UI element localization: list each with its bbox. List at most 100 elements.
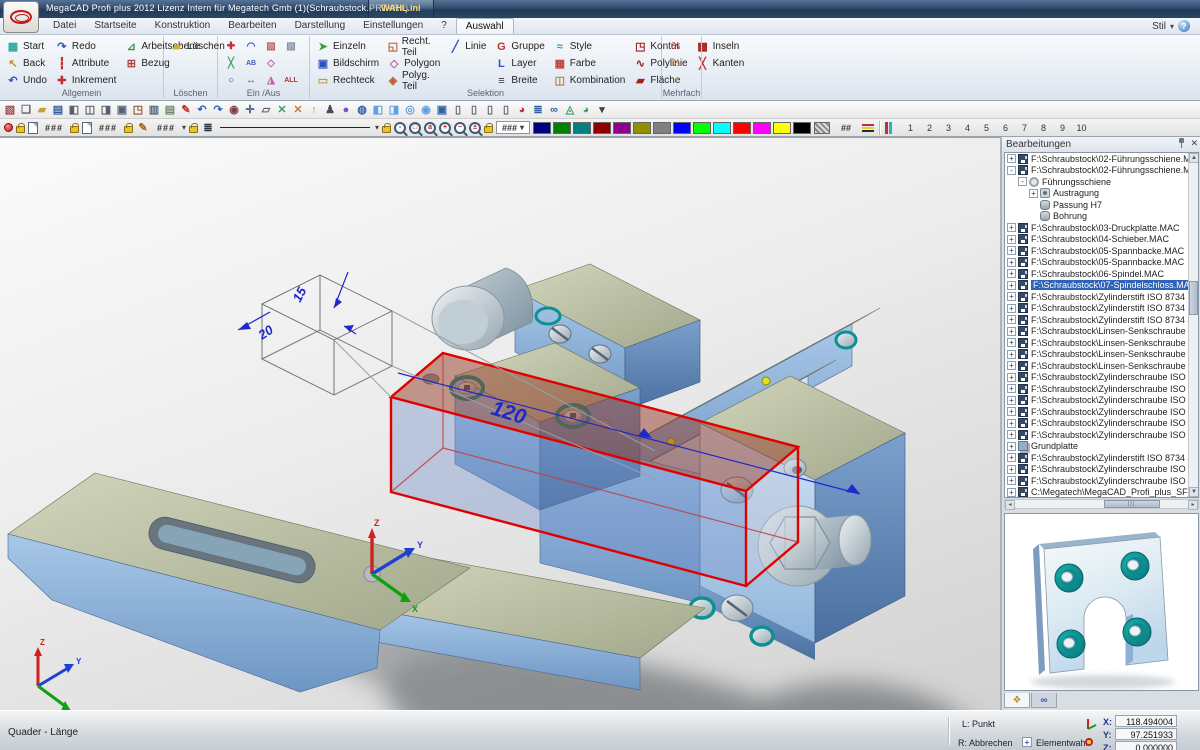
tree-item-f-schraubstock-zylinderschraube-iso-4762[interactable]: +F:\Schraubstock\Zylinderschraube ISO 47… [1005, 418, 1198, 430]
page-number-1[interactable]: 1 [902, 123, 919, 133]
toggle-points[interactable]: ✚ [221, 38, 241, 55]
color-swatch-5[interactable] [613, 122, 631, 134]
marker-icon[interactable] [885, 122, 893, 134]
stil-control[interactable]: Stil ▾ ? [1152, 20, 1190, 32]
redo-button[interactable]: ↷Redo [52, 38, 119, 55]
select-breite[interactable]: ≡Breite [491, 72, 547, 89]
tree-item-f-schraubstock-05-spannbacke-mac[interactable]: +F:\Schraubstock\05-Spannbacke.MAC [1005, 257, 1198, 269]
toggle-hatch[interactable]: ▨ [261, 38, 281, 55]
group-field[interactable]: ### [41, 123, 67, 133]
tree-item-f-schraubstock-linsen-senkschraube-iso-2[interactable]: +F:\Schraubstock\Linsen-Senkschraube ISO… [1005, 326, 1198, 338]
toggle-polygon[interactable]: ◇ [261, 55, 281, 72]
tree-item-f-schraubstock-06-spindel-mac[interactable]: +F:\Schraubstock\06-Spindel.MAC [1005, 268, 1198, 280]
start-button[interactable]: ▦Start [3, 38, 50, 55]
expand-icon[interactable]: + [1007, 246, 1016, 255]
red-pen-icon[interactable]: ✎ [178, 102, 194, 117]
collapse-icon[interactable]: - [1018, 177, 1027, 186]
tree-item-f-schraubstock-02-f-hrungsschiene-mac[interactable]: -F:\Schraubstock\02-Führungsschiene.MAC [1005, 165, 1198, 177]
toolbar-options-icon[interactable]: ▾ [594, 102, 610, 117]
tree-item-grundplatte[interactable]: +Grundplatte [1005, 441, 1198, 453]
preview-tab-search[interactable]: ∞ [1031, 693, 1057, 708]
menu-tab-[interactable]: ? [432, 18, 456, 34]
delete-orange-icon[interactable]: ✕ [290, 102, 306, 117]
binocular-icon[interactable]: ∞ [546, 102, 562, 117]
menu-tab-startseite[interactable]: Startseite [85, 18, 145, 34]
expand-icon[interactable]: + [1007, 327, 1016, 336]
help-icon[interactable]: ? [1178, 20, 1190, 32]
copy-icon[interactable]: ▥ [146, 102, 162, 117]
color-swatch-13[interactable] [773, 122, 791, 134]
expand-icon[interactable]: + [1007, 338, 1016, 347]
page-number-6[interactable]: 6 [997, 123, 1014, 133]
tree-horizontal-scrollbar[interactable]: ◂ ||| ▸ [1004, 499, 1199, 509]
config-file-tab[interactable]: WAHL.ini [368, 0, 434, 18]
select-rechteck[interactable]: ▭Rechteck [313, 72, 382, 89]
tree-item-austragung[interactable]: +Austragung [1005, 188, 1198, 200]
expand-icon[interactable]: + [1007, 465, 1016, 474]
expand-icon[interactable]: + [1007, 281, 1016, 290]
tree-item-f-schraubstock-zylinderschraube-iso-4762[interactable]: +F:\Schraubstock\Zylinderschraube ISO 47… [1005, 406, 1198, 418]
line-width-preview[interactable] [220, 127, 370, 128]
select-linie[interactable]: ╱Linie [445, 38, 489, 55]
zoom-previous[interactable]: - [394, 122, 406, 134]
color-swatch-9[interactable] [693, 122, 711, 134]
color-swatch-8[interactable] [673, 122, 691, 134]
close-icon[interactable]: ✕ [1190, 138, 1198, 148]
expand-icon[interactable]: + [1007, 407, 1016, 416]
menu-tab-bearbeiten[interactable]: Bearbeiten [219, 18, 285, 34]
tree-item-c-megatech-megacad-profi-plus-sf-2009-ma[interactable]: +C:\Megatech\MegaCAD_Profi_plus_SF_2009\… [1005, 487, 1198, 499]
tree-item-f-schraubstock-zylinderschraube-iso-4762[interactable]: +F:\Schraubstock\Zylinderschraube ISO 47… [1005, 383, 1198, 395]
expand-icon[interactable]: + [1007, 396, 1016, 405]
torus-icon[interactable]: ◎ [402, 102, 418, 117]
tree-item-f-schraubstock-linsen-senkschraube-iso-2[interactable]: +F:\Schraubstock\Linsen-Senkschraube ISO… [1005, 360, 1198, 372]
zoom-in[interactable]: + [439, 122, 451, 134]
expand-icon[interactable]: + [1007, 315, 1016, 324]
color-swatch-10[interactable] [713, 122, 731, 134]
lock-icon-5[interactable] [382, 126, 391, 133]
sheet-icon-2[interactable] [82, 122, 92, 134]
sphere-icon[interactable]: ● [338, 102, 354, 117]
toggle-solids[interactable]: ▧ [281, 38, 301, 55]
tree-item-f-schraubstock-linsen-senkschraube-iso-2[interactable]: +F:\Schraubstock\Linsen-Senkschraube ISO… [1005, 349, 1198, 361]
tree-item-passung-h7[interactable]: Passung H7 [1005, 199, 1198, 211]
attribute-button[interactable]: ┇Attribute [52, 55, 119, 72]
ipsl-globe-icon[interactable]: ◕ [514, 102, 530, 117]
zoom-all[interactable]: a [424, 122, 436, 134]
redo-arrow-icon[interactable]: ↷ [210, 102, 226, 117]
tree-item-f-schraubstock-03-druckplatte-mac[interactable]: +F:\Schraubstock\03-Druckplatte.MAC [1005, 222, 1198, 234]
tree-item-f-schraubstock-zylinderstift-iso-8734-4x[interactable]: +F:\Schraubstock\Zylinderstift ISO 8734 … [1005, 303, 1198, 315]
tree-item-f-schraubstock-zylinderstift-iso-8734-4x[interactable]: +F:\Schraubstock\Zylinderstift ISO 8734 … [1005, 314, 1198, 326]
tree-item-f-schraubstock-04-schieber-mac[interactable]: +F:\Schraubstock\04-Schieber.MAC [1005, 234, 1198, 246]
globe-icon[interactable]: ◍ [354, 102, 370, 117]
lock-icon-2[interactable] [70, 126, 79, 133]
save-icon[interactable]: ▤ [50, 102, 66, 117]
cylinder-icon-2[interactable]: ▯ [466, 102, 482, 117]
tree-item-f-schraubstock-02-f-hrungsschiene-mac[interactable]: +F:\Schraubstock\02-Führungsschiene.MAC [1005, 153, 1198, 165]
expand-icon[interactable]: + [1007, 384, 1016, 393]
toggle-lines[interactable]: ╳ [221, 55, 241, 72]
cylinder-icon-4[interactable]: ▯ [498, 102, 514, 117]
cylinder-icon-3[interactable]: ▯ [482, 102, 498, 117]
menu-tab-auswahl[interactable]: Auswahl [456, 18, 514, 34]
tree-item-f-hrungsschiene[interactable]: -Führungsschiene [1005, 176, 1198, 188]
expand-icon[interactable]: + [1007, 223, 1016, 232]
color-swatch-6[interactable] [633, 122, 651, 134]
monitor-icon[interactable]: ▣ [434, 102, 450, 117]
toggle-all[interactable]: ALL [281, 72, 301, 89]
select-style[interactable]: ≈Style [550, 38, 629, 55]
menu-tab-konstruktion[interactable]: Konstruktion [146, 18, 220, 34]
lock-icon-3[interactable] [124, 126, 133, 133]
undo-button[interactable]: ↶Undo [3, 72, 50, 89]
search-icon[interactable]: ◉ [226, 102, 242, 117]
tree-item-f-schraubstock-zylinderschraube-iso-4762[interactable]: +F:\Schraubstock\Zylinderschraube ISO 47… [1005, 464, 1198, 476]
zoom-dynamic[interactable]: ± [469, 122, 481, 134]
lock-icon-1[interactable] [16, 126, 25, 133]
width-caret-icon[interactable]: ▾ [375, 123, 379, 132]
lock-icon-4[interactable] [189, 126, 198, 133]
expand-icon[interactable]: + [1007, 430, 1016, 439]
mehrfach-pot[interactable]: ◔ [665, 72, 687, 88]
box-3d-icon[interactable]: ◧ [370, 102, 386, 117]
expand-icon[interactable]: + [1007, 304, 1016, 313]
sheet-icon[interactable]: ▱ [258, 102, 274, 117]
expand-icon[interactable]: + [1007, 476, 1016, 485]
